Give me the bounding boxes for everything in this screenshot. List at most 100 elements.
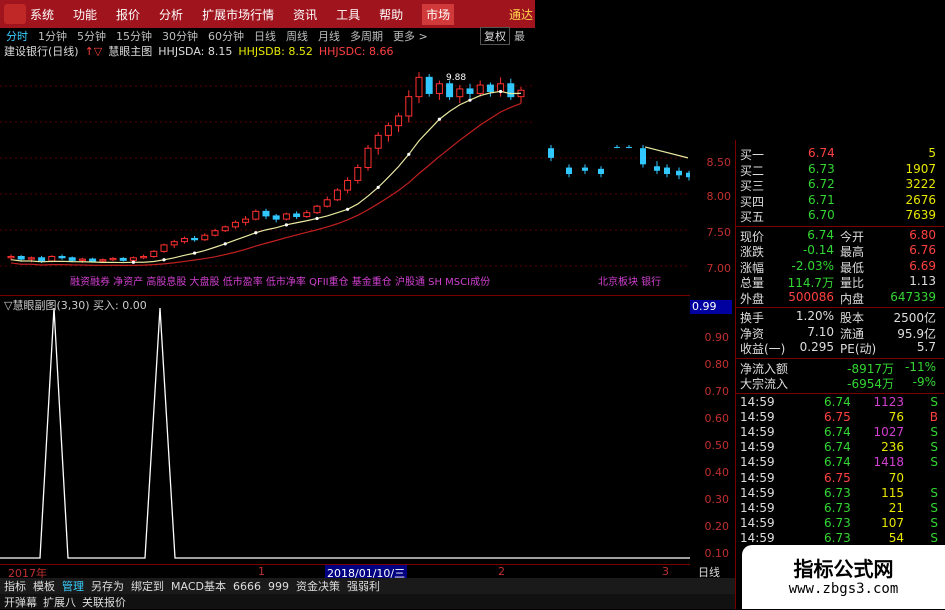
quote-panel: 买一 6.74 5 买二 6.73 1907 买三 6.72 3222 买四 6.71 2676 买五 6… <box>735 140 945 609</box>
tick-volume: 115 <box>881 485 904 500</box>
tab-macd[interactable]: MACD基本 <box>171 578 226 594</box>
ma-dot <box>315 216 319 221</box>
tab-save-as[interactable]: 另存为 <box>91 578 124 594</box>
period-tab-timeshare[interactable]: 分时 <box>6 28 28 44</box>
related-quote-button[interactable]: 关联报价 <box>82 594 126 610</box>
reright-button[interactable]: 复权 <box>480 27 510 45</box>
danmaku-button[interactable]: 开弹幕 <box>4 594 37 610</box>
tick-side: S <box>930 485 938 500</box>
bid-price: 6.74 <box>808 146 835 160</box>
candle-body <box>333 189 341 201</box>
flow-pct: -11% <box>904 359 936 374</box>
candle-body <box>313 205 321 214</box>
flow-pct: -9% <box>912 375 936 389</box>
candle-body <box>415 76 423 98</box>
menu-item-market[interactable]: 市场 <box>422 3 455 25</box>
menu-item-function[interactable]: 功能 <box>73 6 97 23</box>
chart-info-bar: 建设银行(日线) ↑▽ 慧眼主图 HHJSDA: 8.15 HHJSDB: 8.… <box>0 43 535 59</box>
menu-item-tools[interactable]: 工具 <box>336 6 360 23</box>
candle-body <box>191 237 199 241</box>
extend-button[interactable]: 扩展八 <box>43 594 76 610</box>
period-tab-more[interactable]: 更多 > <box>393 28 428 44</box>
latest-button[interactable]: 最 <box>514 28 525 44</box>
time-label-3: 3 <box>662 565 669 578</box>
bid-row[interactable]: 买一 6.74 5 <box>736 146 944 162</box>
period-tab-1min[interactable]: 1分钟 <box>38 28 67 44</box>
stat-row: 收益(一) 0.295 PE(动) 5.7 <box>736 340 944 356</box>
stat-value: 647339 <box>890 289 936 304</box>
candle-body <box>99 259 107 262</box>
bid-row[interactable]: 买四 6.71 2676 <box>736 192 944 209</box>
candle-body <box>78 258 86 261</box>
flow-value: -6954万 <box>847 377 894 391</box>
bid-row[interactable]: 买二 6.73 1907 <box>736 162 944 178</box>
ma-dot <box>468 98 472 102</box>
price-tick: 7.50 <box>706 226 732 239</box>
stat-value: 0.295 <box>799 340 834 354</box>
stat-label: 净资 <box>740 326 765 341</box>
stat-label: 涨跌 <box>740 245 765 259</box>
time-axis: 2017年 1 2018/01/10/三 2 3 <box>0 564 690 581</box>
candle-body <box>676 170 682 176</box>
tick-price: 6.73 <box>824 500 851 515</box>
candle-body <box>231 221 239 228</box>
tab-indicator[interactable]: 指标 <box>4 578 26 594</box>
price-tick: 8.00 <box>706 190 732 203</box>
candle-body <box>323 199 331 207</box>
tab-6666[interactable]: 6666 <box>233 580 261 593</box>
period-tab-monthly[interactable]: 月线 <box>318 28 340 44</box>
menu-item-system[interactable]: 系统 <box>30 6 54 23</box>
menu-item-help[interactable]: 帮助 <box>379 6 403 23</box>
sub-indicator-axis: 0.90 0.80 0.70 0.60 0.50 0.40 0.30 0.20 … <box>690 296 735 566</box>
period-tab-multi[interactable]: 多周期 <box>350 28 383 44</box>
candle-body <box>211 230 219 236</box>
candle-body <box>180 237 188 243</box>
candle-body <box>476 84 484 94</box>
tab-bind[interactable]: 绑定到 <box>131 578 164 594</box>
period-tab-daily[interactable]: 日线 <box>254 28 276 44</box>
tick-side: S <box>930 440 938 455</box>
sub-axis-tick: 0.30 <box>704 493 730 506</box>
stat-label: 收益(一) <box>740 342 786 356</box>
period-tab-15min[interactable]: 15分钟 <box>116 28 152 44</box>
bid-row[interactable]: 买三 6.72 3222 <box>736 177 944 193</box>
tab-fund-decision[interactable]: 资金决策 <box>296 578 340 594</box>
candlestick-chart[interactable]: 9.88 <box>0 58 690 290</box>
menu-item-news[interactable]: 资讯 <box>293 6 317 23</box>
period-tab-weekly[interactable]: 周线 <box>286 28 308 44</box>
sector-tags: 融资融券 净资产 高股息股 大盘股 低市盈率 低市净率 QFII重仓 基金重仓 … <box>70 277 491 288</box>
tab-template[interactable]: 模板 <box>33 578 55 594</box>
bid-label: 买五 <box>740 210 765 224</box>
tab-strength[interactable]: 强弱利 <box>347 578 380 594</box>
tab-999[interactable]: 999 <box>268 580 289 593</box>
stat-label: 换手 <box>740 311 765 325</box>
tick-price: 6.73 <box>824 516 851 531</box>
stat-row: 涨幅 -2.03% 最低 6.69 <box>736 259 944 275</box>
tab-manage[interactable]: 管理 <box>62 578 84 594</box>
period-tab-5min[interactable]: 5分钟 <box>77 28 106 44</box>
sub-axis-tick: 0.10 <box>704 547 730 560</box>
menu-item-analysis[interactable]: 分析 <box>159 6 183 23</box>
tick-volume: 54 <box>888 531 904 546</box>
bottom-toolbar: 开弹幕 扩展八 关联报价 <box>0 594 735 609</box>
period-tab-30min[interactable]: 30分钟 <box>162 28 198 44</box>
stat-label: 最低 <box>840 260 865 275</box>
period-tab-60min[interactable]: 60分钟 <box>208 28 244 44</box>
menu-item-connect[interactable]: 通达 <box>509 6 533 23</box>
tick-volume: 21 <box>888 500 904 515</box>
stat-label: 最高 <box>840 245 865 259</box>
candle-body <box>221 226 229 232</box>
main-indicator-name[interactable]: 慧眼主图 <box>108 43 152 59</box>
candle-body <box>486 84 494 93</box>
bid-volume: 2676 <box>905 192 936 207</box>
indicator-subchart[interactable] <box>0 295 690 563</box>
menu-item-ext-market[interactable]: 扩展市场行情 <box>202 6 274 23</box>
ma-line-long <box>10 102 522 267</box>
stat-label: 涨幅 <box>740 260 765 275</box>
menu-item-quote[interactable]: 报价 <box>116 6 140 23</box>
stat-label: 内盘 <box>840 291 865 306</box>
tick-row: 14:59 6.75 76 B <box>736 410 944 425</box>
tick-time: 14:59 <box>740 455 775 470</box>
bid-row[interactable]: 买五 6.70 7639 <box>736 208 944 224</box>
sub-indicator-label[interactable]: ▽慧眼副图(3,30) 买入: 0.00 <box>4 297 147 313</box>
